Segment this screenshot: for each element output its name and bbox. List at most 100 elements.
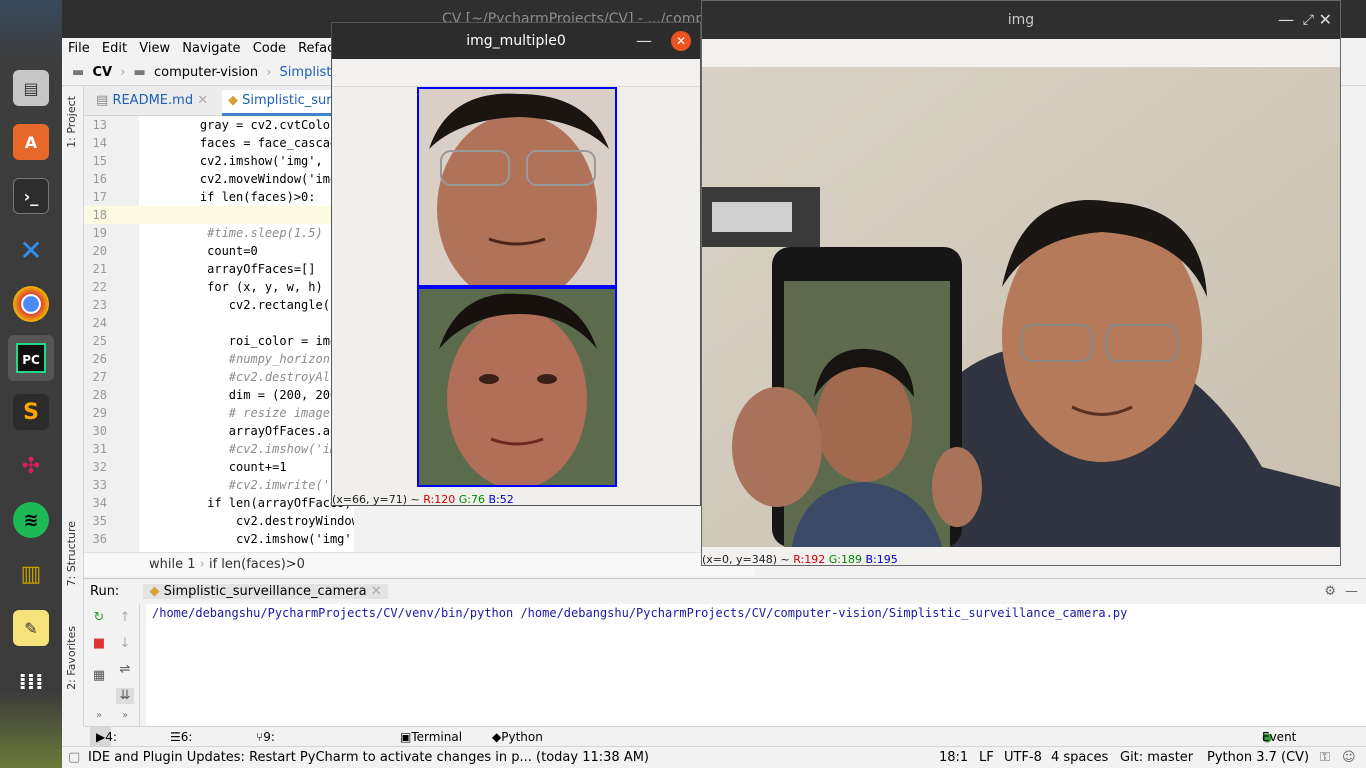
code-line[interactable]: 14 faces = face_cascade.de bbox=[84, 134, 354, 152]
breadcrumb-project[interactable]: CV bbox=[92, 65, 112, 80]
code-line[interactable]: 21 arrayOfFaces=[] bbox=[84, 260, 354, 278]
menu-code[interactable]: Code bbox=[253, 41, 286, 56]
scroll-to-end-icon[interactable]: ⇊ bbox=[116, 688, 134, 704]
code-line[interactable]: 17 if len(faces)>0: bbox=[84, 188, 354, 206]
python-interpreter[interactable]: Python 3.7 (CV) bbox=[1207, 747, 1309, 768]
up-arrow-icon[interactable]: ↑ bbox=[116, 610, 134, 626]
pixel-r: R:120 bbox=[423, 493, 456, 506]
project-tool-tab[interactable]: 1: Project bbox=[65, 96, 78, 148]
run-config-tab[interactable]: ◆ Simplistic_surveillance_camera ✕ bbox=[143, 584, 388, 599]
app-grid-icon[interactable]: ⁞⁞⁞ bbox=[13, 664, 49, 700]
more-icon[interactable]: » bbox=[90, 708, 108, 724]
code-line[interactable]: 15 cv2.imshow('img', img) bbox=[84, 152, 354, 170]
caret-position[interactable]: 18:1 bbox=[939, 747, 968, 768]
todo-tool-button[interactable]: ☰ 6: TODO bbox=[170, 727, 216, 764]
code-text: cv2.imshow('img', img) bbox=[171, 154, 354, 168]
slack-icon[interactable]: ✣ bbox=[13, 448, 49, 484]
more-icon[interactable]: » bbox=[116, 708, 134, 724]
img-window[interactable]: img — ⤢ ✕ (x=0, y=348) ~ R:192 G:189 B:1… bbox=[701, 0, 1341, 566]
code-line[interactable]: 18 bbox=[84, 206, 354, 224]
tab-readme[interactable]: ▤ README.md ✕ bbox=[90, 90, 214, 116]
code-line[interactable]: 33 #cv2.imwrite('found bbox=[84, 476, 354, 494]
code-line[interactable]: 32 count+=1 bbox=[84, 458, 354, 476]
menu-navigate[interactable]: Navigate bbox=[182, 41, 240, 56]
close-icon[interactable]: ✕ bbox=[671, 31, 691, 51]
software-center-icon[interactable]: A bbox=[13, 124, 49, 160]
favorites-tool-tab[interactable]: 2: Favorites bbox=[65, 626, 78, 690]
minimize-icon[interactable]: — bbox=[636, 23, 652, 59]
code-line[interactable]: 13 gray = cv2.cvtColor(img bbox=[84, 116, 354, 134]
code-line[interactable]: 36 cv2.imshow('img' + str(0), arrayOfFac… bbox=[84, 530, 354, 548]
img-multiple-titlebar[interactable]: img_multiple0 — ✕ bbox=[332, 23, 700, 59]
indent-setting[interactable]: 4 spaces bbox=[1051, 747, 1108, 768]
code-line[interactable]: 25 roi_color = img[y:y bbox=[84, 332, 354, 350]
close-icon[interactable]: ✕ bbox=[197, 93, 208, 108]
code-line[interactable]: 30 arrayOfFaces.append bbox=[84, 422, 354, 440]
vcs-tool-button[interactable]: ⑂ 9: Version Control bbox=[256, 727, 307, 764]
inspector-icon[interactable]: ☺ bbox=[1342, 747, 1356, 768]
soft-wrap-icon[interactable]: ⇌ bbox=[116, 662, 134, 678]
spotify-icon[interactable]: ≋ bbox=[13, 502, 49, 538]
gear-icon[interactable]: ⚙ bbox=[1324, 579, 1336, 605]
status-message[interactable]: IDE and Plugin Updates: Restart PyCharm … bbox=[88, 747, 649, 768]
menu-view[interactable]: View bbox=[139, 41, 170, 56]
minimize-icon[interactable]: — bbox=[1278, 1, 1294, 39]
line-number: 25 bbox=[92, 334, 107, 348]
file-encoding[interactable]: UTF-8 bbox=[1004, 747, 1042, 768]
crumb-if[interactable]: if len(faces)>0 bbox=[209, 557, 305, 572]
pycharm-icon[interactable]: PC bbox=[8, 335, 54, 381]
stop-icon[interactable]: ■ bbox=[90, 636, 108, 652]
tab-surveillance[interactable]: ◆ Simplistic_surveillance_camera.py bbox=[222, 90, 334, 116]
code-line[interactable]: 27 #cv2.destroyAllWind bbox=[84, 368, 354, 386]
vscode-icon[interactable]: ✕ bbox=[13, 232, 49, 268]
status-toggle-icon[interactable]: ▢ bbox=[68, 747, 80, 768]
run-console[interactable]: /home/debangshu/PycharmProjects/CV/venv/… bbox=[146, 604, 1366, 726]
restore-icon[interactable]: ⤢ bbox=[1303, 1, 1314, 39]
img-window-titlebar[interactable]: img — ⤢ ✕ bbox=[702, 1, 1340, 39]
python-icon: ◆ bbox=[149, 584, 160, 599]
close-icon[interactable]: ✕ bbox=[1319, 1, 1332, 39]
sublime-icon[interactable]: S bbox=[13, 394, 49, 430]
structure-tool-tab[interactable]: 7: Structure bbox=[65, 521, 78, 586]
terminal-icon[interactable]: ›_ bbox=[13, 178, 49, 214]
vcs-branch[interactable]: Git: master bbox=[1120, 747, 1193, 768]
code-line[interactable]: 34 if len(arrayOfFaces)== bbox=[84, 494, 354, 512]
crumb-while[interactable]: while 1 bbox=[149, 557, 196, 572]
line-number: 34 bbox=[92, 496, 107, 510]
minimize-icon[interactable]: — bbox=[1345, 579, 1358, 605]
text-editor-icon[interactable]: ✎ bbox=[13, 610, 49, 646]
files-icon[interactable]: ▤ bbox=[13, 70, 49, 106]
chevron-right-icon: › bbox=[266, 65, 272, 80]
line-separator[interactable]: LF bbox=[979, 747, 994, 768]
lock-icon[interactable]: ⚿ bbox=[1320, 747, 1330, 768]
code-line[interactable]: 22 for (x, y, w, h) in fa bbox=[84, 278, 354, 296]
folder-icon: ▬ bbox=[72, 65, 85, 80]
breadcrumb-folder[interactable]: computer-vision bbox=[154, 65, 258, 80]
rerun-icon[interactable]: ↻ bbox=[90, 610, 108, 626]
python-console-button[interactable]: ◆ Python Console bbox=[492, 727, 549, 764]
code-line[interactable]: 35 cv2.destroyWindow("img_multiple0") bbox=[84, 512, 354, 530]
close-icon[interactable]: ✕ bbox=[371, 584, 382, 599]
code-text: count+=1 bbox=[171, 460, 287, 474]
calibre-icon[interactable]: ▥ bbox=[13, 556, 49, 592]
code-line[interactable]: 29 # resize image bbox=[84, 404, 354, 422]
layout-icon[interactable]: ▦ bbox=[90, 668, 108, 684]
code-line[interactable]: 24 bbox=[84, 314, 354, 332]
code-text: dim = (200, 200) bbox=[171, 388, 345, 402]
code-line[interactable]: 23 cv2.rectangle(img, bbox=[84, 296, 354, 314]
code-editor[interactable]: 13 gray = cv2.cvtColor(img 14 faces = fac… bbox=[84, 116, 354, 552]
chrome-icon[interactable] bbox=[13, 286, 49, 322]
terminal-tool-button[interactable]: ▣ Terminal bbox=[400, 727, 462, 747]
menu-file[interactable]: File bbox=[68, 41, 90, 56]
code-line[interactable]: 19 #time.sleep(1.5) bbox=[84, 224, 354, 242]
code-line[interactable]: 28 dim = (200, 200) bbox=[84, 386, 354, 404]
menu-edit[interactable]: Edit bbox=[102, 41, 127, 56]
down-arrow-icon[interactable]: ↓ bbox=[116, 636, 134, 652]
code-line[interactable]: 20 count=0 bbox=[84, 242, 354, 260]
code-line[interactable]: 16 cv2.moveWindow('img',70 bbox=[84, 170, 354, 188]
code-line[interactable]: 26 #numpy_horizontal_c bbox=[84, 350, 354, 368]
code-line[interactable]: 31 #cv2.imshow('img'+s bbox=[84, 440, 354, 458]
face-image-bottom bbox=[417, 287, 617, 487]
img-multiple-window[interactable]: img_multiple0 — ✕ (x=66, y=71) ~ R:120 G… bbox=[331, 22, 701, 506]
run-tool-button[interactable]: ▶ 4: Run bbox=[90, 727, 128, 764]
